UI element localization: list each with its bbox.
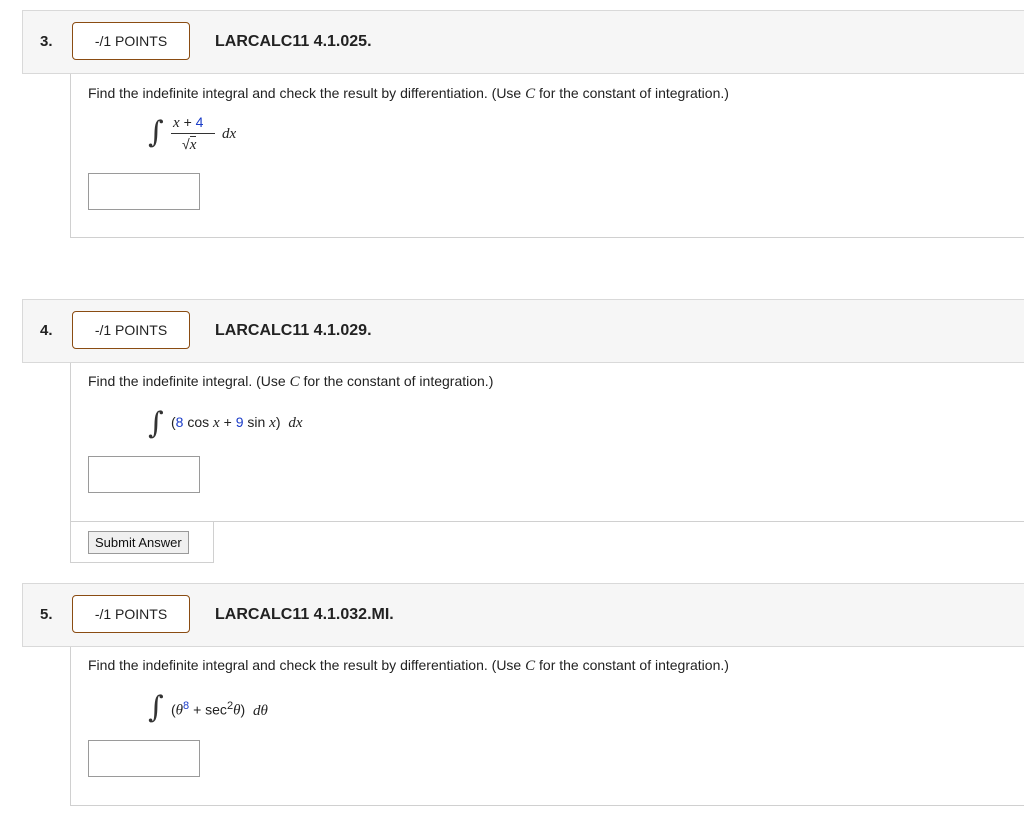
integral-sign: ∫ (148, 115, 164, 150)
question-5-header: 5. -/1 POINTS LARCALC11 4.1.032.MI. (22, 583, 1024, 647)
fraction-denominator: √x (182, 136, 197, 153)
integral-sign: ∫ (148, 406, 164, 441)
fraction-bar (171, 133, 215, 134)
question-4-body: Find the indefinite integral. (Use C for… (70, 363, 1024, 522)
answer-input[interactable] (88, 456, 200, 493)
integrand: (θ8 + sec2θ) dθ (171, 700, 268, 719)
question-3-body: Find the indefinite integral and check t… (70, 74, 1024, 238)
points-badge[interactable]: -/1 POINTS (72, 22, 190, 60)
differential: dx (222, 126, 237, 142)
submit-area: Submit Answer (70, 521, 214, 563)
question-number: 3. (40, 33, 53, 50)
question-prompt: Find the indefinite integral and check t… (88, 657, 729, 674)
fraction-numerator: x + 4 (173, 114, 204, 131)
question-prompt: Find the indefinite integral and check t… (88, 85, 729, 102)
question-code: LARCALC11 4.1.029. (215, 322, 372, 339)
question-prompt: Find the indefinite integral. (Use C for… (88, 373, 494, 390)
question-5-body: Find the indefinite integral and check t… (70, 647, 1024, 806)
answer-input[interactable] (88, 173, 200, 210)
answer-input[interactable] (88, 740, 200, 777)
question-code: LARCALC11 4.1.025. (215, 33, 372, 50)
points-badge[interactable]: -/1 POINTS (72, 311, 190, 349)
question-3-header: 3. -/1 POINTS LARCALC11 4.1.025. (22, 10, 1024, 74)
integrand: (8 cos x + 9 sin x) dx (171, 414, 303, 431)
question-4-header: 4. -/1 POINTS LARCALC11 4.1.029. (22, 299, 1024, 363)
question-code: LARCALC11 4.1.032.MI. (215, 606, 394, 623)
question-number: 4. (40, 322, 53, 339)
points-badge[interactable]: -/1 POINTS (72, 595, 190, 633)
question-number: 5. (40, 606, 53, 623)
integral-sign: ∫ (148, 690, 164, 725)
submit-answer-button[interactable]: Submit Answer (88, 531, 189, 554)
